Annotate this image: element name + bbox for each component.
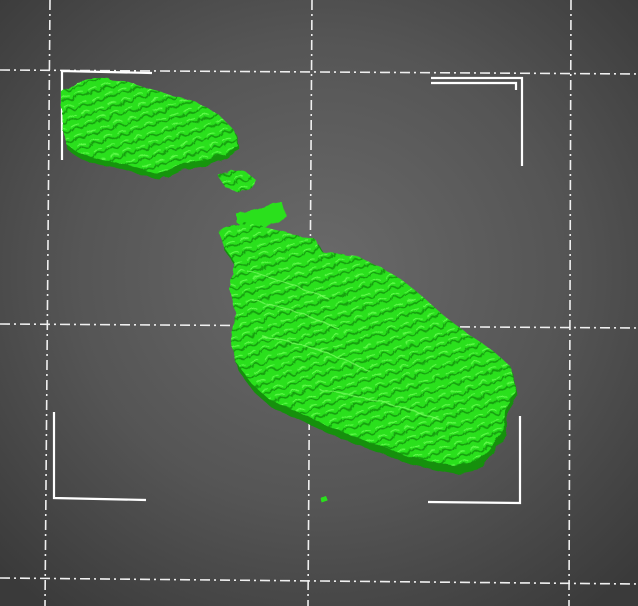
scene-canvas[interactable] [0,0,638,606]
3d-viewport[interactable] [0,0,638,606]
